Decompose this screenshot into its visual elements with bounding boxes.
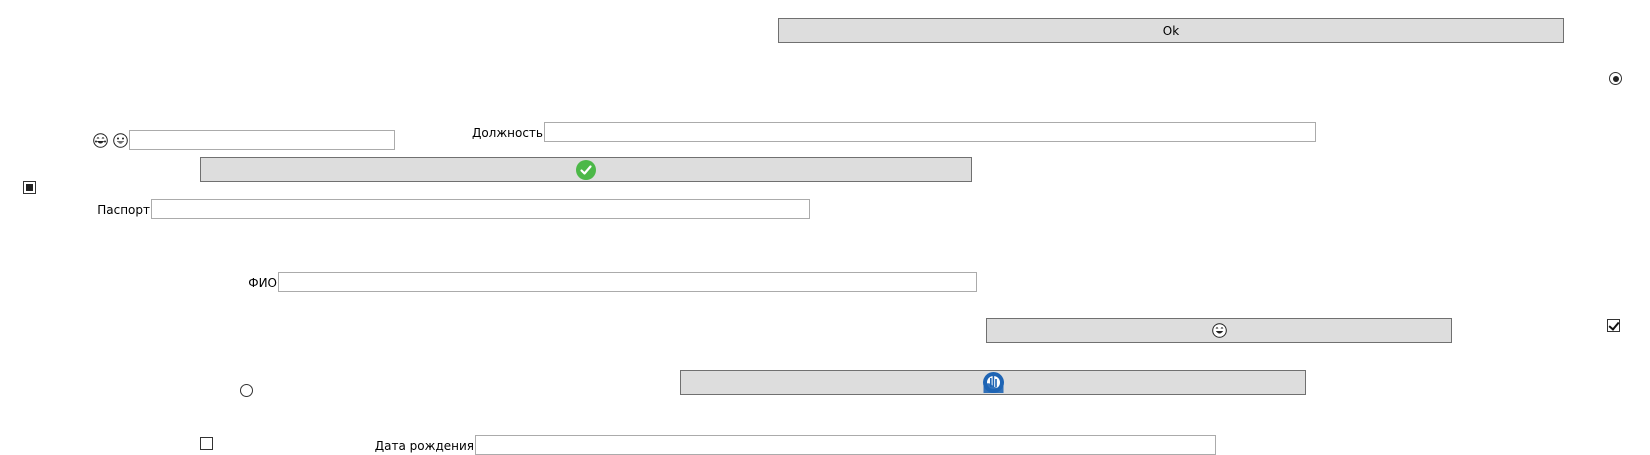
logo-button[interactable] <box>680 370 1306 395</box>
emoji-field[interactable] <box>129 130 395 150</box>
birthdate-label: Дата рождения <box>374 439 474 453</box>
radio-left[interactable] <box>240 384 253 397</box>
passport-label: Паспорт <box>97 203 150 217</box>
checkbox-left[interactable] <box>23 181 36 194</box>
fio-label: ФИО <box>248 276 277 290</box>
ok-button[interactable]: Ok <box>778 18 1564 43</box>
passport-field[interactable] <box>151 199 810 219</box>
position-label: Должность <box>471 126 543 140</box>
checkbox-bottom[interactable] <box>200 437 213 450</box>
confirm-button[interactable] <box>200 157 972 182</box>
birthdate-field[interactable] <box>475 435 1216 455</box>
ok-button-label: Ok <box>1162 23 1180 38</box>
fio-field[interactable] <box>278 272 977 292</box>
radio-top-right[interactable] <box>1609 72 1622 85</box>
checkbox-right[interactable] <box>1607 319 1620 332</box>
emoji-button[interactable] <box>986 318 1452 343</box>
green-checkmark-icon <box>576 159 596 180</box>
laughing-face-icon <box>1211 323 1227 338</box>
position-field[interactable] <box>544 122 1316 142</box>
grinning-face-icon <box>113 133 128 151</box>
blue-circular-logo-icon <box>982 372 1004 393</box>
laughing-face-icon <box>93 133 108 151</box>
